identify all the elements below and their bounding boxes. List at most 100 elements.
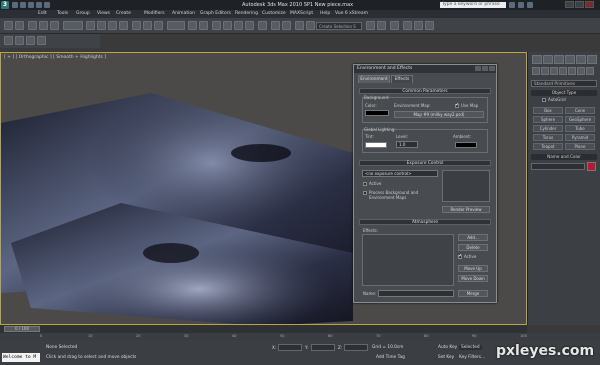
menu-graph-editors[interactable]: Graph Editors xyxy=(200,11,231,16)
common-parameters-header[interactable]: Common Parameters xyxy=(359,88,491,94)
spinner-snap-button[interactable] xyxy=(245,21,254,30)
graphite-tool-button-3[interactable] xyxy=(26,36,35,45)
hierarchy-tab-icon[interactable] xyxy=(554,55,564,64)
cameras-icon[interactable] xyxy=(559,67,567,75)
menu-vue-xstream[interactable]: Vue 6 xStream xyxy=(335,11,368,16)
redo-icon[interactable] xyxy=(44,2,50,8)
systems-icon[interactable] xyxy=(586,67,594,75)
reference-coord-dropdown[interactable] xyxy=(167,21,185,30)
select-object-button[interactable] xyxy=(86,21,95,30)
key-filters-button[interactable]: Key Filters... xyxy=(459,355,485,360)
quick-render-button[interactable] xyxy=(425,21,434,30)
pivot-center-button[interactable] xyxy=(188,21,197,30)
search-icon[interactable] xyxy=(509,2,515,8)
move-up-button[interactable]: Move Up xyxy=(458,265,488,272)
y-coord-field[interactable] xyxy=(311,344,335,351)
app-logo-icon[interactable]: 3 xyxy=(1,1,9,9)
tab-environment[interactable]: Environment xyxy=(358,75,390,83)
graphite-tool-button-1[interactable] xyxy=(4,36,13,45)
set-key-button[interactable]: Set Key xyxy=(438,355,454,360)
graphite-toggle-button[interactable] xyxy=(306,21,315,30)
save-file-icon[interactable] xyxy=(28,2,34,8)
tube-button[interactable]: Tube xyxy=(565,125,595,132)
select-by-name-button[interactable] xyxy=(97,21,106,30)
auto-key-button[interactable]: Auto Key xyxy=(438,345,457,350)
plane-button[interactable]: Plane xyxy=(565,143,595,150)
cone-button[interactable]: Cone xyxy=(565,107,595,114)
exposure-active-checkbox[interactable] xyxy=(363,182,367,186)
viewport-label[interactable]: [ + ] [ Orthographic ] [ Smooth + Highli… xyxy=(4,55,106,60)
exposure-control-dropdown[interactable]: <no exposure control> xyxy=(362,170,438,177)
geosphere-button[interactable]: GeoSphere xyxy=(565,116,595,123)
utilities-tab-icon[interactable] xyxy=(587,55,597,64)
move-down-button[interactable]: Move Down xyxy=(458,275,488,282)
maximize-button[interactable] xyxy=(575,1,584,8)
mirror-button[interactable] xyxy=(271,21,280,30)
display-tab-icon[interactable] xyxy=(576,55,586,64)
menu-create[interactable]: Create xyxy=(116,11,131,16)
teapot-button[interactable]: Teapot xyxy=(533,143,563,150)
search-input[interactable]: Type a keyword or phrase xyxy=(440,2,506,8)
menu-edit[interactable]: Edit xyxy=(38,11,47,16)
rect-selection-button[interactable] xyxy=(108,21,117,30)
motion-tab-icon[interactable] xyxy=(565,55,575,64)
minimize-button[interactable] xyxy=(565,1,574,8)
add-time-tag[interactable]: Add Time Tag xyxy=(376,355,405,360)
percent-snap-button[interactable] xyxy=(234,21,243,30)
environment-map-button[interactable]: Map #9 (milky way2.psd) xyxy=(394,111,484,118)
scale-button[interactable] xyxy=(154,21,163,30)
align-button[interactable] xyxy=(282,21,291,30)
maxscript-listener-input[interactable]: Welcome to M xyxy=(2,353,40,362)
effect-name-input[interactable] xyxy=(378,290,454,297)
object-type-rollout-header[interactable]: Object Type xyxy=(531,90,597,96)
menu-modifiers[interactable]: Modifiers xyxy=(144,11,165,16)
menu-help[interactable]: Help xyxy=(320,11,330,16)
space-warps-icon[interactable] xyxy=(577,67,585,75)
layer-manager-button[interactable] xyxy=(295,21,304,30)
level-spinner[interactable]: 1.0 xyxy=(396,141,418,148)
dialog-minimize-button[interactable] xyxy=(475,66,481,71)
background-color-swatch[interactable] xyxy=(365,110,389,116)
menu-rendering[interactable]: Rendering xyxy=(235,11,258,16)
track-bar[interactable]: 0 10 20 30 40 50 60 70 80 90 100 xyxy=(0,333,600,341)
render-preview-button[interactable]: Render Preview xyxy=(442,206,490,213)
graphite-tool-button-2[interactable] xyxy=(15,36,24,45)
pyramid-button[interactable]: Pyramid xyxy=(565,134,595,141)
exposure-control-header[interactable]: Exposure Control xyxy=(359,160,491,166)
schematic-view-button[interactable] xyxy=(377,21,386,30)
close-button[interactable] xyxy=(585,1,594,8)
angle-snap-button[interactable] xyxy=(223,21,232,30)
dialog-maximize-button[interactable] xyxy=(482,66,488,71)
use-map-checkbox[interactable] xyxy=(455,102,459,108)
undo-icon[interactable] xyxy=(36,2,42,8)
add-effect-button[interactable]: Add... xyxy=(458,234,488,241)
bind-space-warp-button[interactable] xyxy=(50,21,59,30)
rendered-frame-window-button[interactable] xyxy=(414,21,423,30)
merge-button[interactable]: Merge xyxy=(458,290,488,297)
star-icon[interactable] xyxy=(518,2,524,8)
torus-button[interactable]: Torus xyxy=(533,134,563,141)
object-name-input[interactable] xyxy=(531,163,585,170)
select-link-button[interactable] xyxy=(28,21,37,30)
move-button[interactable] xyxy=(132,21,141,30)
menu-group[interactable]: Group xyxy=(76,11,90,16)
z-coord-field[interactable] xyxy=(344,344,368,351)
atmosphere-header[interactable]: Atmosphere xyxy=(359,219,491,225)
curve-editor-button[interactable] xyxy=(366,21,375,30)
delete-effect-button[interactable]: Delete xyxy=(458,244,488,251)
tint-color-swatch[interactable] xyxy=(365,142,387,148)
help-icon[interactable] xyxy=(527,2,533,8)
x-coord-field[interactable] xyxy=(278,344,302,351)
time-slider[interactable]: 0 / 100 xyxy=(0,325,527,333)
unlink-button[interactable] xyxy=(39,21,48,30)
manipulate-button[interactable] xyxy=(199,21,208,30)
window-crossing-button[interactable] xyxy=(119,21,128,30)
new-file-icon[interactable] xyxy=(12,2,18,8)
sphere-button[interactable]: Sphere xyxy=(533,116,563,123)
time-slider-thumb[interactable]: 0 / 100 xyxy=(4,326,40,332)
graphite-tool-button-4[interactable] xyxy=(37,36,46,45)
key-mode-dropdown[interactable]: Selected xyxy=(459,345,482,350)
effect-active-checkbox[interactable] xyxy=(458,253,462,259)
object-category-dropdown[interactable]: Standard Primitives xyxy=(531,80,597,87)
material-editor-button[interactable] xyxy=(390,21,399,30)
